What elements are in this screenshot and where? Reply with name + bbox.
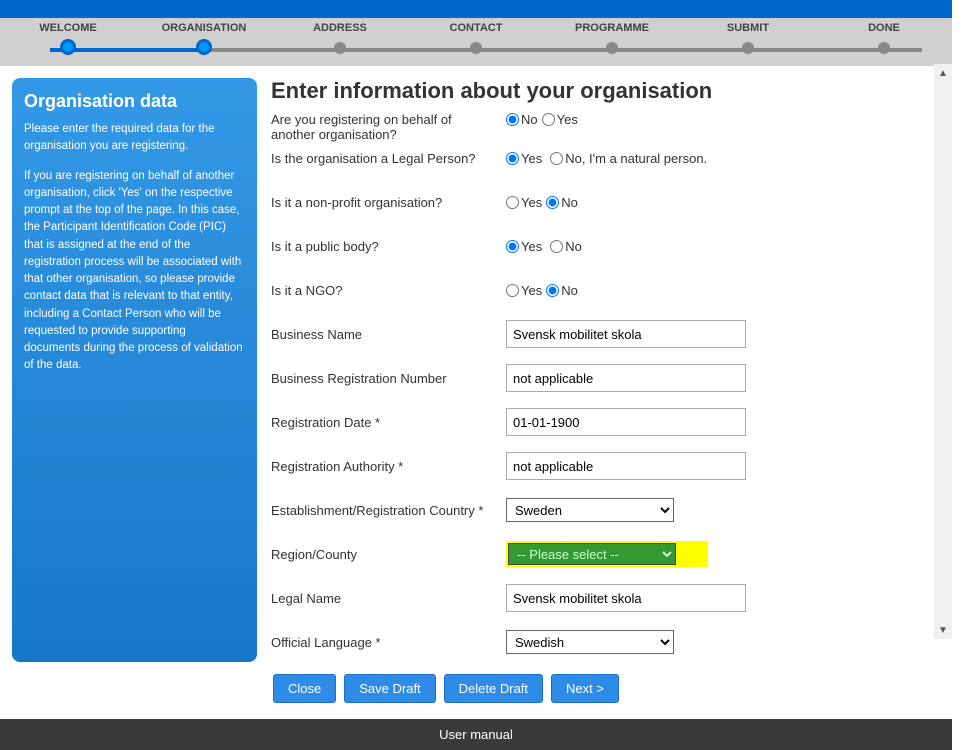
radio-ngo-yes[interactable]: [506, 284, 519, 297]
radio-label: No: [561, 283, 578, 298]
radio-label: Yes: [521, 283, 542, 298]
label-public: Is it a public body?: [271, 239, 506, 254]
step-dot-icon: [878, 42, 890, 54]
sidebar-intro: Please enter the required data for the o…: [24, 121, 245, 156]
step-dot-icon: [606, 42, 618, 54]
scrollbar[interactable]: ▲ ▼: [934, 64, 952, 639]
delete-draft-button[interactable]: Delete Draft: [444, 674, 543, 703]
radio-label: Yes: [521, 151, 542, 166]
select-country[interactable]: Sweden: [506, 498, 674, 522]
step-label: DONE: [868, 22, 900, 34]
step-dot-icon: [60, 39, 76, 55]
step-address[interactable]: ADDRESS: [272, 22, 408, 34]
footer-link[interactable]: User manual: [439, 727, 513, 742]
radio-label: Yes: [557, 112, 578, 127]
label-reg-auth: Registration Authority *: [271, 459, 506, 474]
next-button[interactable]: Next >: [551, 674, 619, 703]
radio-label: No: [561, 195, 578, 210]
radio-label: No: [521, 112, 538, 127]
sidebar: Organisation data Please enter the requi…: [12, 78, 257, 662]
radio-nonprofit-no[interactable]: [546, 196, 559, 209]
step-label: CONTACT: [450, 22, 503, 34]
label-business-reg: Business Registration Number: [271, 371, 506, 386]
radio-legal-no[interactable]: [550, 152, 563, 165]
main-content: Enter information about your organisatio…: [271, 78, 940, 662]
input-reg-auth[interactable]: [506, 452, 746, 480]
radio-label: Yes: [521, 195, 542, 210]
label-business-name: Business Name: [271, 327, 506, 342]
step-done[interactable]: DONE: [816, 22, 952, 34]
select-language[interactable]: Swedish: [506, 630, 674, 654]
scroll-down-icon[interactable]: ▼: [934, 621, 952, 639]
radio-label: No: [565, 239, 582, 254]
input-business-reg[interactable]: [506, 364, 746, 392]
radio-public-no[interactable]: [550, 240, 563, 253]
step-dot-icon: [196, 39, 212, 55]
step-label: WELCOME: [39, 22, 96, 34]
sidebar-detail: If you are registering on behalf of anot…: [24, 168, 245, 375]
label-legal-name: Legal Name: [271, 591, 506, 606]
step-contact[interactable]: CONTACT: [408, 22, 544, 34]
label-legal: Is the organisation a Legal Person?: [271, 151, 506, 166]
button-row: Close Save Draft Delete Draft Next >: [0, 662, 952, 715]
radio-legal-yes[interactable]: [506, 152, 519, 165]
label-language: Official Language *: [271, 635, 506, 650]
step-label: SUBMIT: [727, 22, 769, 34]
input-reg-date[interactable]: [506, 408, 746, 436]
label-country: Establishment/Registration Country *: [271, 503, 506, 518]
radio-label: No, I'm a natural person.: [565, 151, 707, 166]
label-ngo: Is it a NGO?: [271, 283, 506, 298]
select-region[interactable]: -- Please select --: [508, 543, 676, 565]
sidebar-title: Organisation data: [24, 88, 245, 115]
stepper: WELCOME ORGANISATION ADDRESS CONTACT PRO…: [0, 18, 952, 66]
radio-nonprofit-yes[interactable]: [506, 196, 519, 209]
close-button[interactable]: Close: [273, 674, 336, 703]
input-business-name[interactable]: [506, 320, 746, 348]
step-organisation[interactable]: ORGANISATION: [136, 22, 272, 34]
step-dot-icon: [470, 42, 482, 54]
radio-ngo-no[interactable]: [546, 284, 559, 297]
label-region: Region/County: [271, 547, 506, 562]
save-draft-button[interactable]: Save Draft: [344, 674, 435, 703]
step-dot-icon: [742, 42, 754, 54]
footer: User manual: [0, 719, 952, 750]
step-label: ORGANISATION: [162, 22, 247, 34]
page-title: Enter information about your organisatio…: [271, 78, 932, 104]
step-dot-icon: [334, 42, 346, 54]
scroll-up-icon[interactable]: ▲: [934, 64, 952, 82]
radio-label: Yes: [521, 239, 542, 254]
step-submit[interactable]: SUBMIT: [680, 22, 816, 34]
radio-public-yes[interactable]: [506, 240, 519, 253]
step-label: ADDRESS: [313, 22, 367, 34]
label-behalf: Are you registering on behalf of another…: [271, 112, 506, 142]
radio-behalf-yes[interactable]: [542, 113, 555, 126]
label-nonprofit: Is it a non-profit organisation?: [271, 195, 506, 210]
radio-behalf-no[interactable]: [506, 113, 519, 126]
top-bar: [0, 0, 952, 18]
step-welcome[interactable]: WELCOME: [0, 22, 136, 34]
region-highlight: -- Please select --: [506, 541, 708, 567]
step-label: PROGRAMME: [575, 22, 649, 34]
input-legal-name[interactable]: [506, 584, 746, 612]
step-programme[interactable]: PROGRAMME: [544, 22, 680, 34]
label-reg-date: Registration Date *: [271, 415, 506, 430]
